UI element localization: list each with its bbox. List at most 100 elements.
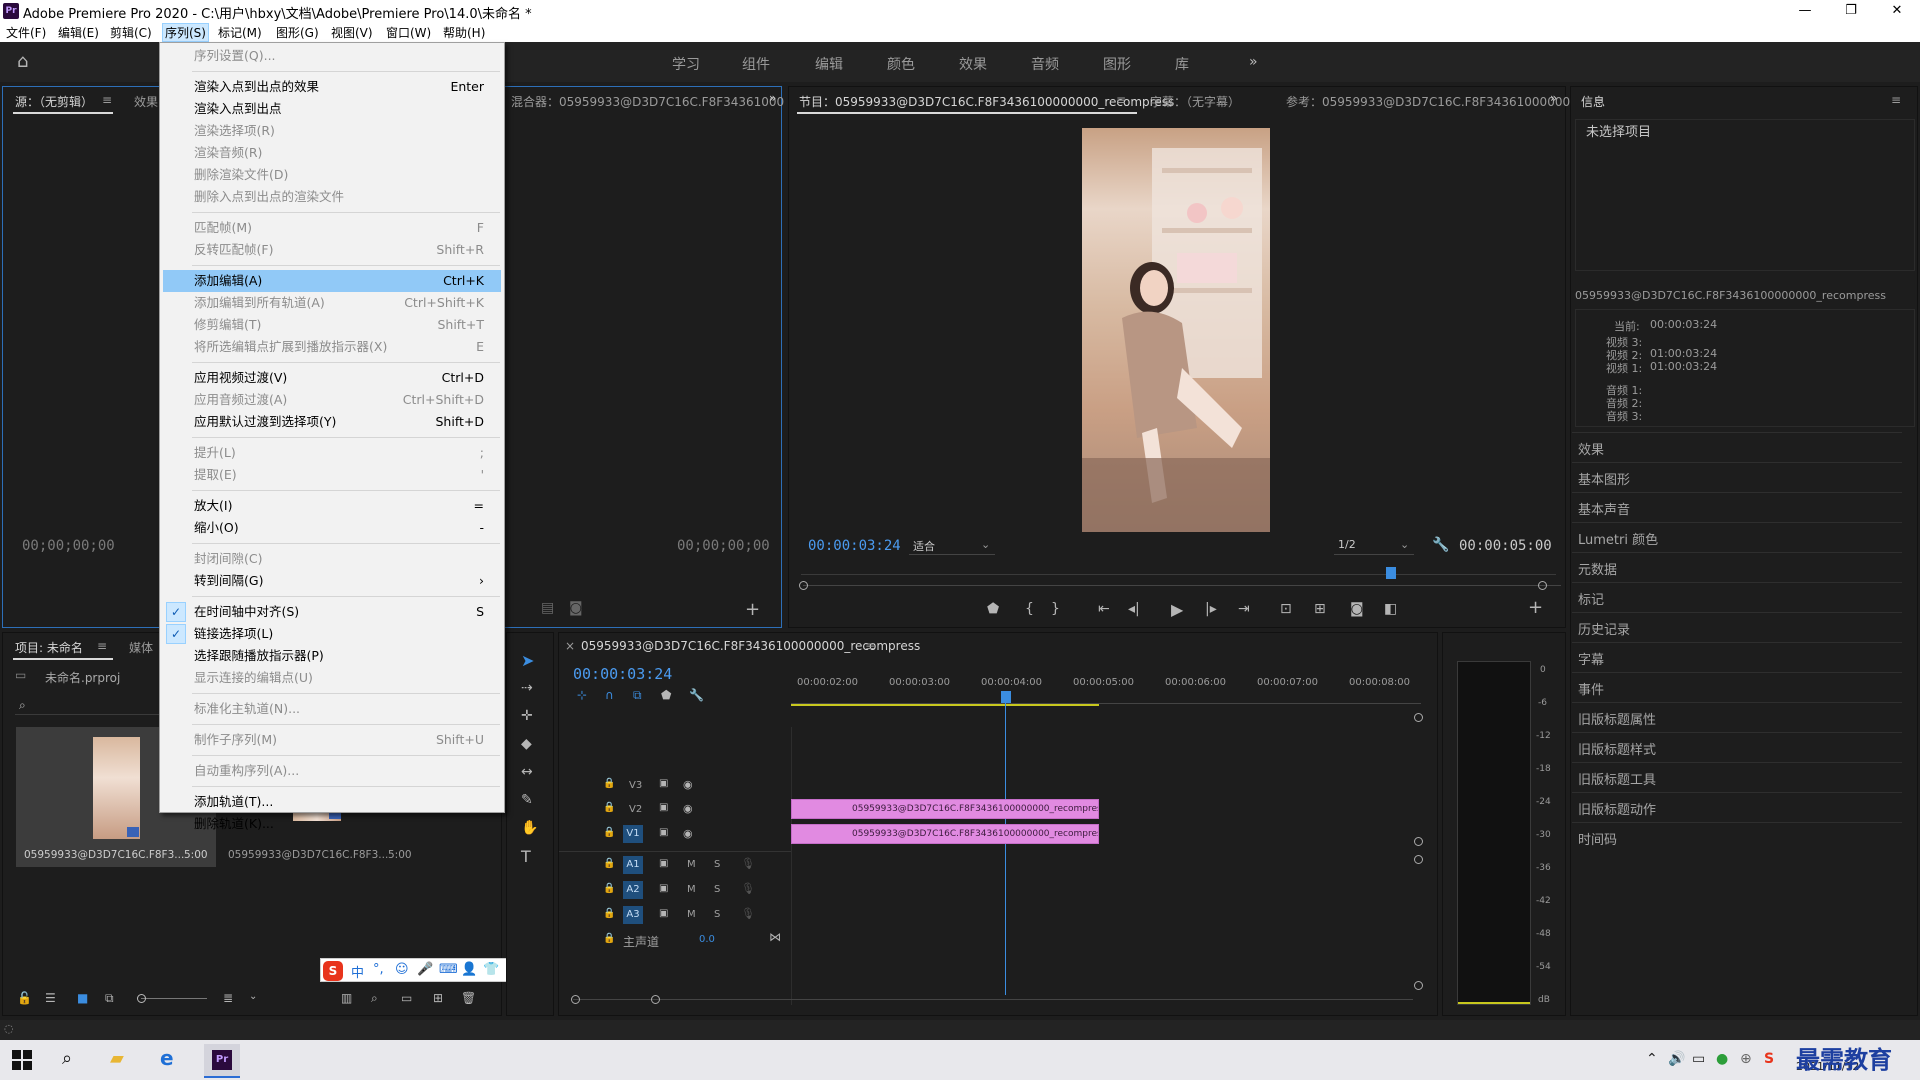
close-sequence-icon[interactable]: ×: [565, 639, 575, 653]
track-select-tool-icon[interactable]: ⇢: [521, 681, 533, 695]
freeform-view-icon[interactable]: ⧉: [105, 992, 114, 1004]
ime-skin-icon[interactable]: 👕: [483, 962, 499, 977]
search-icon[interactable]: ⌕: [62, 1050, 72, 1068]
lock-icon[interactable]: 🔓: [17, 992, 32, 1004]
sequence-menu-item[interactable]: 删除轨道(K)...: [160, 813, 504, 835]
workspace-effects[interactable]: 效果: [959, 54, 987, 74]
solo-button[interactable]: S: [714, 884, 720, 895]
ime-emoji-icon[interactable]: ☺: [395, 962, 409, 977]
menu-graphics[interactable]: 图形(G): [276, 24, 319, 41]
source-timecode-in[interactable]: 00;00;00;00: [22, 538, 115, 554]
timeline-playhead-handle[interactable]: [1001, 691, 1011, 703]
workspace-learn[interactable]: 学习: [672, 54, 700, 74]
lock-icon[interactable]: 🔒: [603, 828, 615, 838]
menu-file[interactable]: 文件(F): [6, 24, 46, 41]
program-timecode[interactable]: 00:00:03:24: [808, 538, 901, 554]
tab-source[interactable]: 源：（无剪辑）: [15, 93, 93, 110]
sequence-menu-item[interactable]: ✓ 链接选择项(L): [160, 623, 504, 645]
project-search-input[interactable]: ⌕: [15, 697, 165, 715]
panel-essential-graphics[interactable]: 基本图形: [1578, 469, 1630, 488]
sequence-menu-item[interactable]: ✓ 在时间轴中对齐(S) S: [160, 601, 504, 623]
pen-tool-icon[interactable]: ✎: [521, 793, 533, 807]
chevron-up-icon[interactable]: ⌃: [1646, 1052, 1658, 1066]
comparison-view-icon[interactable]: ◧: [1384, 602, 1397, 616]
tab-captions[interactable]: 字幕：（无字幕）: [1150, 93, 1240, 110]
workspace-audio[interactable]: 音频: [1031, 54, 1059, 74]
new-item-icon[interactable]: ⊞: [433, 992, 443, 1004]
lift-icon[interactable]: ⊡: [1280, 602, 1292, 616]
menu-view[interactable]: 视图(V): [331, 24, 373, 41]
timeline-timecode[interactable]: 00:00:03:24: [573, 665, 672, 683]
workspace-more-icon[interactable]: »: [1249, 54, 1258, 70]
trash-icon[interactable]: 🗑: [461, 992, 476, 1004]
ime-voice-icon[interactable]: 🎤: [417, 962, 433, 977]
go-to-out-icon[interactable]: ⇥: [1238, 602, 1250, 616]
track-a3-target[interactable]: A3: [623, 906, 643, 924]
icon-view-icon[interactable]: ■: [77, 992, 88, 1004]
program-more-icon[interactable]: »: [1550, 91, 1557, 105]
volume-icon[interactable]: 🔊: [1668, 1052, 1685, 1066]
scroll-handle-right[interactable]: [651, 995, 660, 1004]
mute-button[interactable]: M: [687, 909, 696, 920]
eye-icon[interactable]: ◉: [683, 779, 693, 790]
sequence-menu-item[interactable]: 选择跟随播放指示器(P): [160, 645, 504, 667]
input-method-icon[interactable]: ⊕: [1740, 1052, 1752, 1066]
sequence-menu-item[interactable]: 渲染入点到出点: [160, 98, 504, 120]
slider-handle[interactable]: [137, 994, 146, 1003]
workspace-color[interactable]: 颜色: [887, 54, 915, 74]
sequence-menu-item[interactable]: 添加轨道(T)...: [160, 791, 504, 813]
sequence-menu-item[interactable]: 添加编辑(A) Ctrl+K: [163, 270, 501, 292]
workspace-editing[interactable]: 编辑: [815, 54, 843, 74]
lock-icon[interactable]: 🔒: [603, 884, 615, 894]
eye-icon[interactable]: ◉: [683, 803, 693, 814]
nest-icon[interactable]: ⊹: [577, 689, 587, 701]
sync-lock-icon[interactable]: ▣: [659, 909, 668, 919]
lock-icon[interactable]: 🔒: [603, 934, 615, 944]
tab-source-menu-icon[interactable]: ≡: [102, 93, 112, 107]
panel-markers[interactable]: 标记: [1578, 589, 1604, 608]
linked-selection-icon[interactable]: ⧉: [633, 689, 642, 701]
zoom-handle-left[interactable]: [799, 581, 808, 590]
track-v3-label[interactable]: V3: [629, 780, 642, 791]
zoom-handle-right[interactable]: [1538, 581, 1547, 590]
settings-wrench-icon[interactable]: 🔧: [689, 689, 704, 701]
extract-icon[interactable]: ⊞: [1314, 602, 1326, 616]
ime-punctuation-icon[interactable]: °,: [373, 962, 384, 977]
program-zoom-bar[interactable]: [803, 585, 1561, 586]
panel-events[interactable]: 事件: [1578, 679, 1604, 698]
sort-icon[interactable]: ≣: [223, 992, 233, 1004]
close-button[interactable]: ✕: [1874, 0, 1920, 22]
track-a2-target[interactable]: A2: [623, 881, 643, 899]
new-bin-icon[interactable]: ▭: [401, 992, 412, 1004]
tab-effects[interactable]: 效果: [134, 93, 158, 110]
tab-project[interactable]: 项目: 未命名: [15, 639, 83, 656]
add-button-icon[interactable]: +: [1528, 599, 1543, 617]
camera-icon[interactable]: ◙: [569, 601, 583, 615]
premiere-taskbar-button[interactable]: Pr: [204, 1044, 240, 1078]
vertical-scroll-handle[interactable]: [1414, 713, 1423, 722]
home-icon[interactable]: ⌂: [17, 53, 28, 71]
step-forward-icon[interactable]: |▸: [1205, 602, 1217, 616]
scroll-handle-left[interactable]: [571, 995, 580, 1004]
edge-browser-icon[interactable]: e: [160, 1048, 174, 1068]
microphone-icon[interactable]: 🎙: [741, 908, 755, 919]
menu-clip[interactable]: 剪辑(C): [110, 24, 152, 41]
add-marker-icon[interactable]: ⬟: [987, 602, 999, 616]
panel-legacy-title-tools[interactable]: 旧版标题工具: [1578, 769, 1656, 788]
tab-media-browser[interactable]: 媒体: [129, 639, 153, 656]
eye-icon[interactable]: ◉: [683, 828, 693, 839]
panel-history[interactable]: 历史记录: [1578, 619, 1630, 638]
ime-user-icon[interactable]: 👤: [461, 962, 477, 977]
source-more-icon[interactable]: »: [769, 91, 776, 105]
info-title[interactable]: 信息: [1581, 93, 1605, 110]
razor-tool-icon[interactable]: ◆: [521, 737, 532, 751]
track-v1-target[interactable]: V1: [623, 825, 643, 843]
sequence-menu-item[interactable]: 转到间隔(G) ›: [160, 570, 504, 592]
ime-chinese-mode[interactable]: 中: [351, 962, 364, 981]
security-icon[interactable]: ●: [1716, 1052, 1728, 1066]
go-to-in-icon[interactable]: ⇤: [1098, 602, 1110, 616]
sync-lock-icon[interactable]: ▣: [659, 779, 668, 789]
sogou-tray-icon[interactable]: S: [1764, 1052, 1774, 1066]
sync-lock-icon[interactable]: ▣: [659, 803, 668, 813]
sequence-menu-item[interactable]: 渲染入点到出点的效果 Enter: [160, 76, 504, 98]
